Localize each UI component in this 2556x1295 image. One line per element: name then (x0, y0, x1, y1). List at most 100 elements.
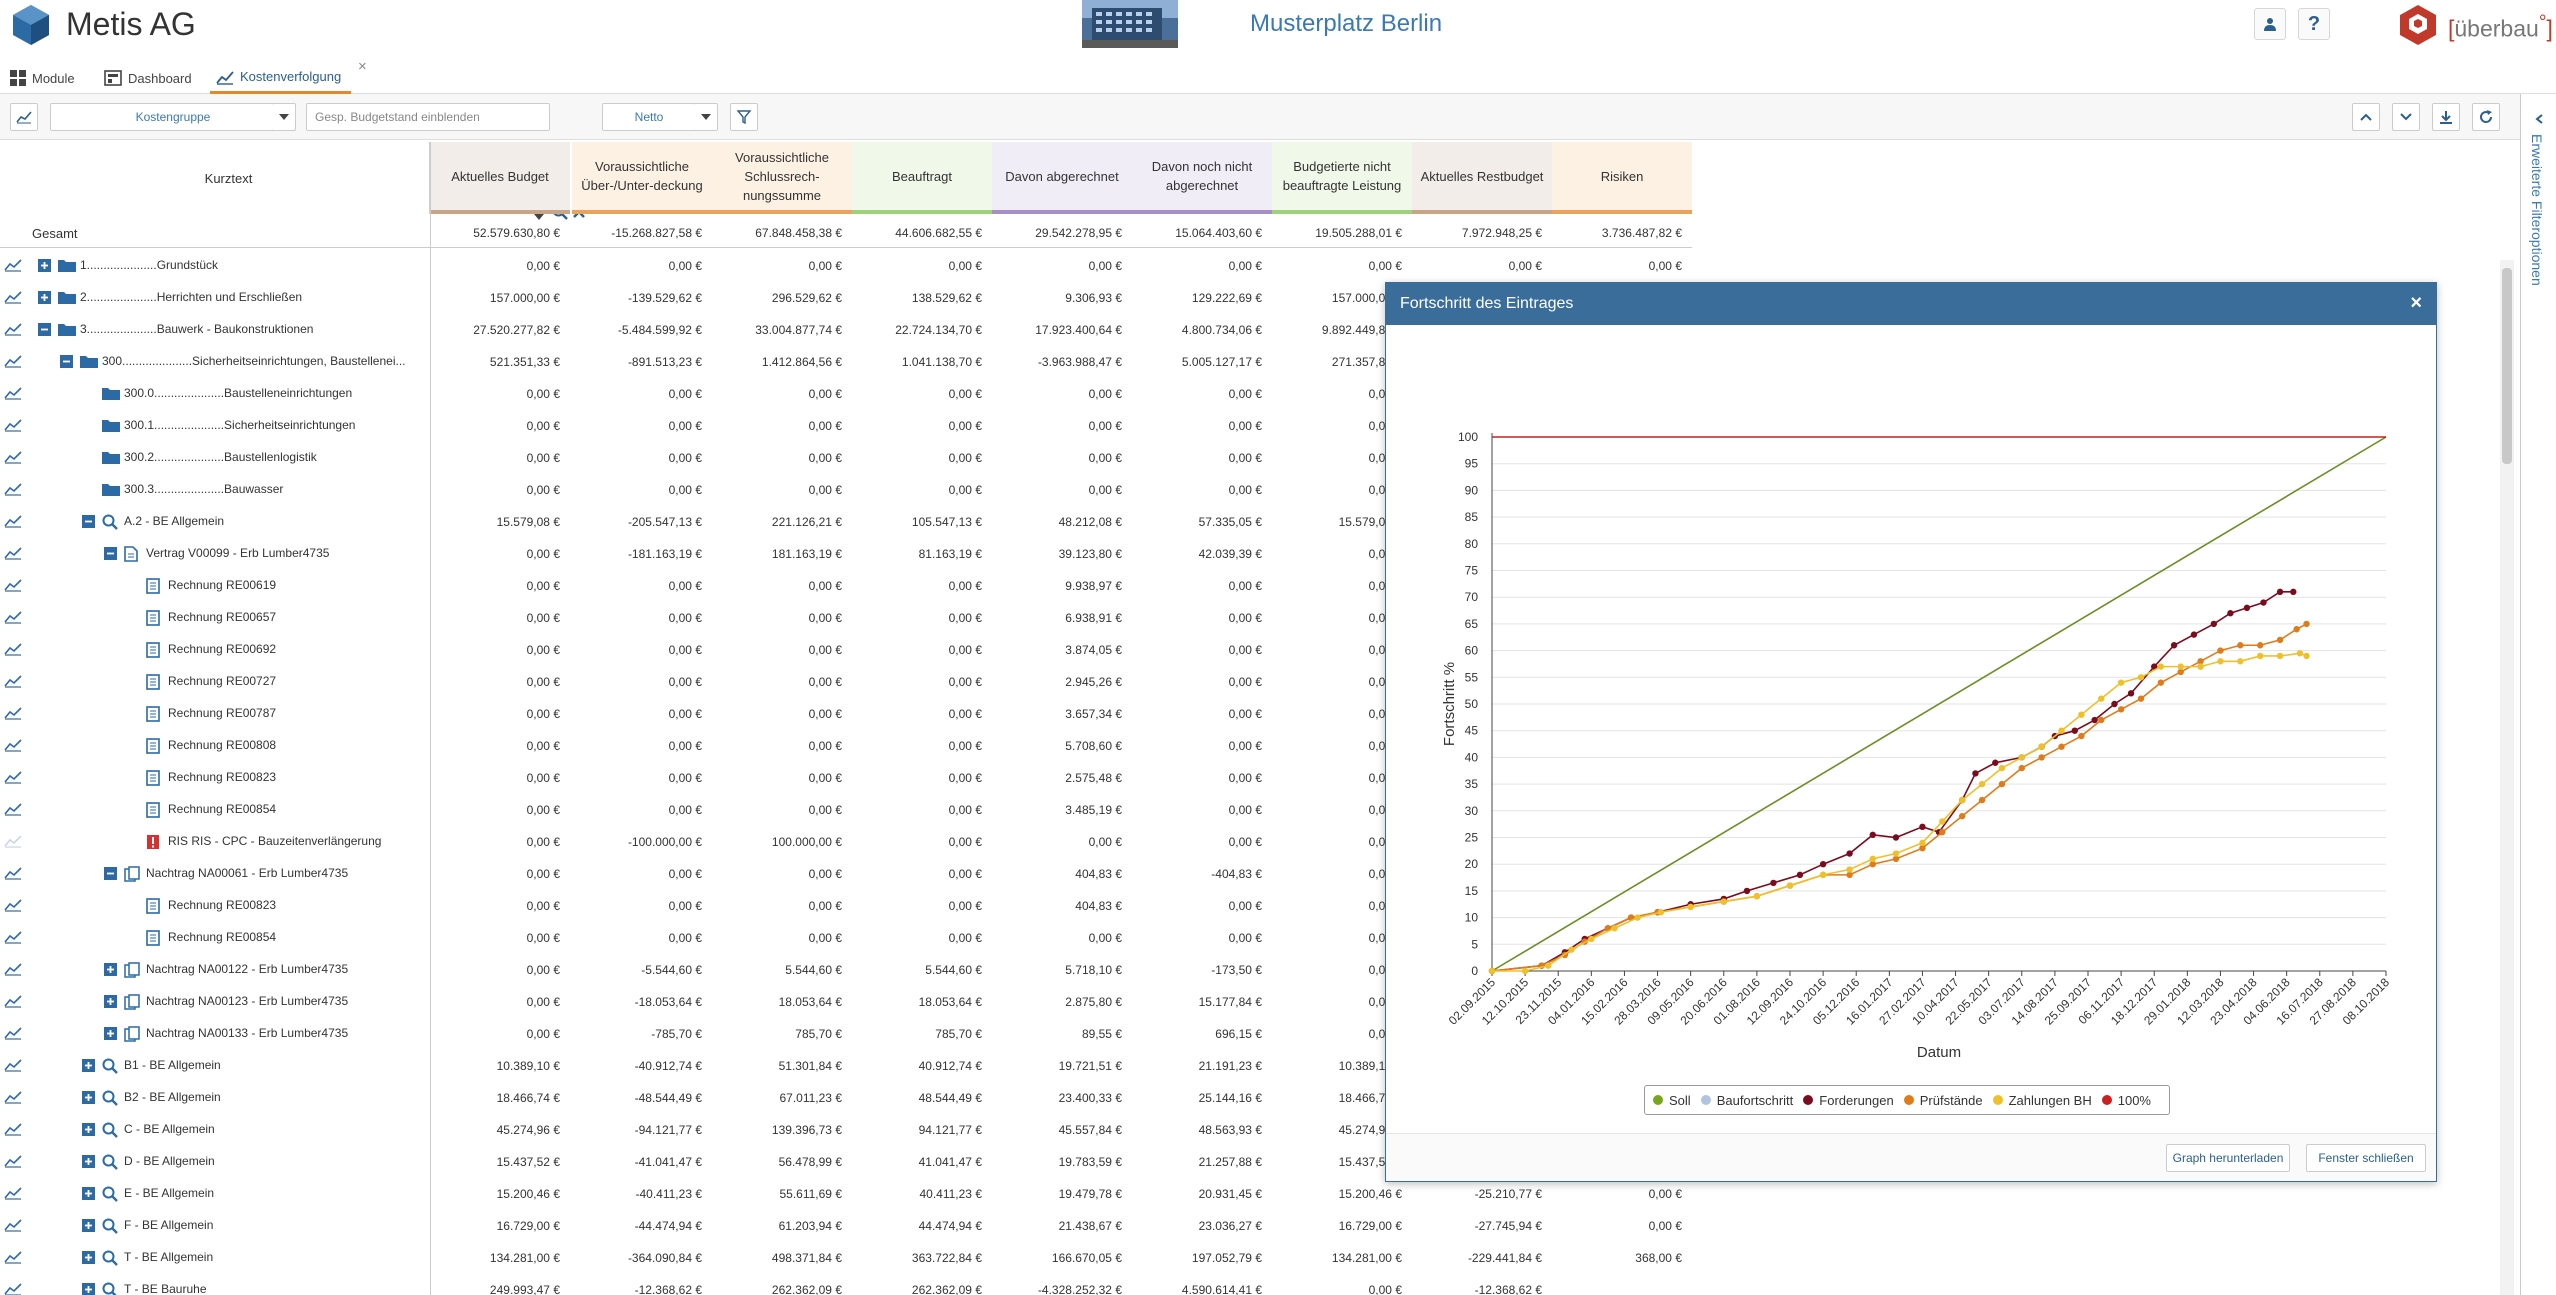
column-header-8[interactable]: Aktuelles Restbudget (1412, 142, 1552, 214)
data-point[interactable] (2293, 626, 2300, 633)
expand-icon[interactable] (82, 1283, 95, 1295)
data-point[interactable] (2098, 716, 2105, 724)
data-point[interactable] (1521, 967, 1529, 975)
data-point[interactable] (2170, 642, 2178, 649)
row-chart-icon[interactable] (4, 1122, 22, 1136)
data-point[interactable] (2157, 663, 2165, 670)
row-chart-icon[interactable] (4, 1058, 22, 1072)
table-row[interactable]: E - BE Allgemein 15.200,46 € -40.411,23 € 5… (0, 1178, 1692, 1210)
collapse-icon[interactable] (38, 323, 51, 336)
row-chart-icon[interactable] (4, 1282, 22, 1295)
data-point[interactable] (2111, 700, 2118, 708)
data-point[interactable] (2290, 588, 2297, 596)
kostengruppe-select[interactable]: Kostengruppe (50, 103, 296, 131)
data-point[interactable] (1611, 925, 1618, 932)
data-point[interactable] (2217, 658, 2224, 665)
data-point[interactable] (1939, 828, 1946, 836)
data-point[interactable] (1846, 850, 1853, 857)
data-point[interactable] (2217, 647, 2224, 654)
row-chart-icon[interactable] (4, 418, 22, 432)
legend-item[interactable]: Prüfstände (1903, 1093, 1983, 1108)
legend-item[interactable]: 100% (2101, 1093, 2151, 1108)
filter-button[interactable] (730, 103, 758, 131)
close-window-button[interactable]: Fenster schließen (2306, 1144, 2426, 1172)
data-point[interactable] (1588, 935, 1595, 943)
data-point[interactable] (1819, 871, 1827, 879)
data-point[interactable] (1919, 823, 1926, 831)
data-point[interactable] (2197, 663, 2204, 670)
column-header-9[interactable]: Risiken (1552, 142, 1692, 214)
data-point[interactable] (1919, 839, 1926, 847)
expand-icon[interactable] (82, 1187, 95, 1200)
data-point[interactable] (2256, 642, 2264, 649)
data-point[interactable] (1634, 914, 1641, 921)
legend-item[interactable]: Forderungen (1803, 1093, 1894, 1108)
table-row[interactable]: T - BE Bauruhe 249.993,47 € -12.368,62 € 26… (0, 1274, 1692, 1295)
row-chart-icon[interactable] (4, 1090, 22, 1104)
legend-item[interactable]: Soll (1653, 1093, 1691, 1108)
row-chart-icon[interactable] (4, 610, 22, 624)
expand-icon[interactable] (104, 1027, 117, 1040)
data-point[interactable] (2177, 663, 2184, 670)
column-header-2[interactable]: Voraussichtliche Über-/Unter-deckung (572, 142, 712, 214)
data-point[interactable] (1869, 855, 1876, 863)
column-header-6[interactable]: Davon noch nicht abgerechnet (1132, 142, 1272, 214)
data-point[interactable] (1939, 818, 1946, 825)
data-point[interactable] (1687, 903, 1694, 911)
data-point[interactable] (2127, 690, 2135, 697)
row-chart-icon[interactable] (4, 546, 22, 560)
data-point[interactable] (1892, 850, 1900, 857)
collapse-icon[interactable] (82, 515, 95, 528)
row-chart-icon[interactable] (4, 1186, 22, 1200)
data-point[interactable] (2058, 743, 2065, 750)
row-chart-icon[interactable] (4, 322, 22, 336)
data-point[interactable] (2071, 727, 2078, 734)
data-point[interactable] (2137, 695, 2145, 702)
data-point[interactable] (2210, 620, 2218, 628)
row-chart-icon[interactable] (4, 994, 22, 1008)
refresh-button[interactable] (2472, 103, 2500, 131)
collapse-icon[interactable] (104, 547, 117, 560)
data-point[interactable] (1978, 780, 1986, 788)
row-chart-icon[interactable] (4, 386, 22, 400)
row-chart-icon[interactable] (4, 290, 22, 304)
expand-icon[interactable] (82, 1219, 95, 1232)
data-point[interactable] (2243, 604, 2251, 612)
row-chart-icon[interactable] (4, 1026, 22, 1040)
expand-icon[interactable] (104, 963, 117, 976)
data-point[interactable] (2190, 631, 2198, 638)
row-chart-icon[interactable] (4, 1154, 22, 1168)
row-chart-icon[interactable] (4, 834, 22, 848)
data-point[interactable] (1743, 887, 1751, 895)
user-button[interactable] (2254, 8, 2286, 40)
extended-filter-panel[interactable]: Erweiterte Filteroptionen (2520, 94, 2556, 1295)
data-point[interactable] (2018, 764, 2025, 772)
collapse-all-button[interactable] (2352, 103, 2380, 131)
data-point[interactable] (1568, 946, 1575, 953)
table-row[interactable]: 1.....................Grundstück 0,00 € 0,… (0, 250, 1692, 282)
data-point[interactable] (1545, 962, 1552, 969)
data-point[interactable] (1972, 770, 1979, 777)
close-icon[interactable]: × (2410, 292, 2422, 315)
data-point[interactable] (1720, 898, 1727, 905)
legend-item[interactable]: Zahlungen BH (1992, 1093, 2092, 1108)
data-point[interactable] (2137, 674, 2145, 681)
data-point[interactable] (1846, 866, 1853, 873)
data-point[interactable] (1958, 812, 1966, 820)
row-chart-icon[interactable] (4, 802, 22, 816)
data-point[interactable] (1998, 764, 2006, 772)
budget-stand-input[interactable]: Gesp. Budgetstand einblenden (306, 103, 550, 131)
data-point[interactable] (1998, 780, 2006, 788)
row-chart-icon[interactable] (4, 450, 22, 464)
data-point[interactable] (1657, 909, 1665, 916)
row-chart-icon[interactable] (4, 1250, 22, 1264)
data-point[interactable] (2276, 652, 2284, 660)
data-point[interactable] (1892, 834, 1900, 841)
netto-dropdown-button[interactable] (694, 103, 718, 131)
data-point[interactable] (1978, 796, 1986, 804)
row-chart-icon[interactable] (4, 738, 22, 752)
expand-icon[interactable] (82, 1251, 95, 1264)
download-button[interactable] (2432, 103, 2460, 131)
row-chart-icon[interactable] (4, 578, 22, 592)
row-chart-icon[interactable] (4, 706, 22, 720)
